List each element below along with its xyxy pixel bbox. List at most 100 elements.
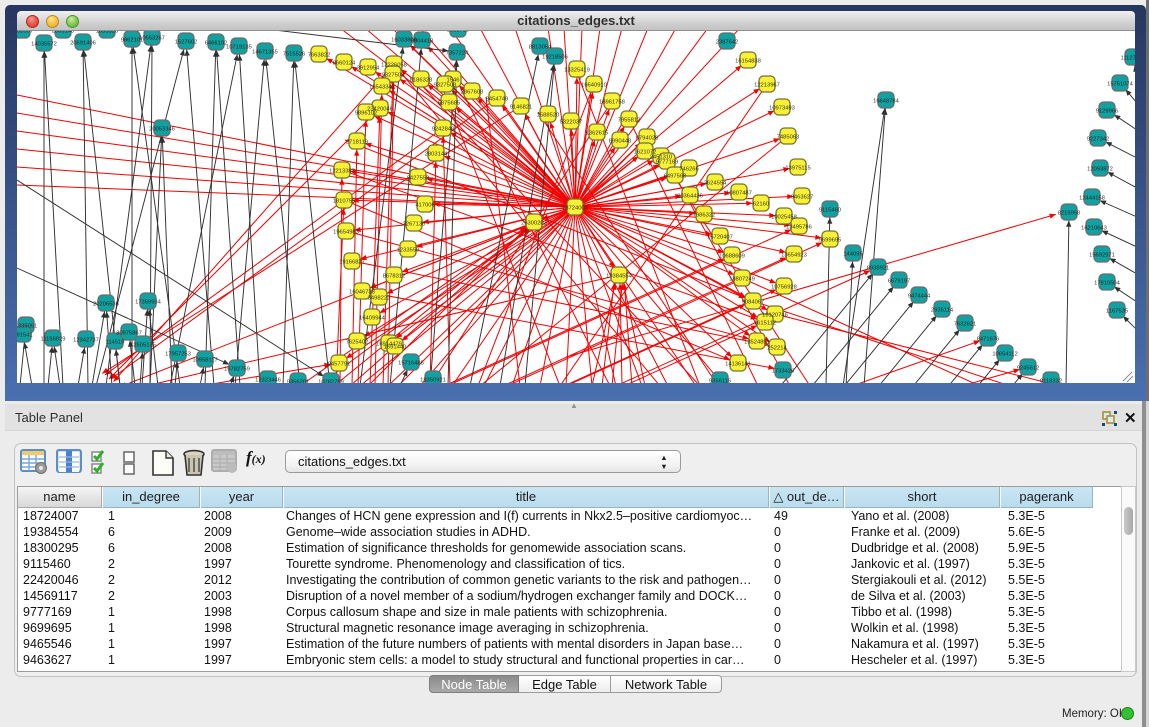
svg-text:12323446: 12323446 [255, 378, 281, 384]
svg-text:12213383: 12213383 [329, 169, 355, 175]
svg-text:13495786: 13495786 [786, 225, 812, 231]
svg-text:15720407: 15720407 [707, 235, 733, 241]
svg-text:1167535: 1167535 [1106, 309, 1128, 315]
svg-text:144095: 144095 [843, 252, 862, 258]
svg-text:9084067: 9084067 [742, 300, 765, 306]
svg-text:2387642: 2387642 [716, 40, 739, 46]
svg-text:8454749: 8454749 [486, 97, 509, 103]
svg-text:3624554: 3624554 [704, 181, 727, 187]
svg-text:7955812: 7955812 [618, 118, 641, 124]
svg-text:9457791: 9457791 [328, 362, 351, 368]
svg-text:1527602: 1527602 [175, 40, 198, 46]
svg-text:19384554: 19384554 [606, 274, 633, 280]
svg-text:2803144: 2803144 [425, 152, 448, 158]
svg-text:391541: 391541 [17, 333, 33, 339]
svg-text:10553267: 10553267 [139, 36, 165, 42]
svg-text:1362615: 1362615 [586, 131, 609, 137]
svg-text:9474444: 9474444 [908, 294, 931, 300]
svg-text:20053346: 20053346 [149, 127, 175, 133]
svg-text:7632621: 7632621 [954, 322, 977, 328]
svg-text:30975867: 30975867 [116, 331, 142, 337]
svg-text:16154838: 16154838 [735, 59, 761, 65]
svg-text:9327503: 9327503 [382, 73, 405, 79]
svg-text:8813054: 8813054 [529, 45, 552, 51]
svg-text:17359934: 17359934 [135, 300, 162, 306]
svg-text:2935114: 2935114 [931, 308, 954, 314]
svg-text:9242848: 9242848 [432, 127, 455, 133]
svg-text:62160: 62160 [753, 202, 769, 208]
svg-text:14136141: 14136141 [725, 362, 751, 368]
svg-text:12444158: 12444158 [1079, 196, 1105, 202]
svg-text:6679197: 6679197 [888, 279, 911, 285]
svg-text:1318710: 1318710 [447, 31, 470, 34]
svg-text:15692971: 15692971 [1089, 253, 1115, 259]
svg-text:11156829: 11156829 [41, 337, 66, 343]
svg-text:12093872: 12093872 [1087, 167, 1113, 173]
svg-text:417006: 417006 [415, 203, 434, 209]
svg-text:7357224: 7357224 [446, 51, 469, 57]
svg-text:8215958: 8215958 [1058, 211, 1081, 217]
svg-text:9129966: 9129966 [1096, 109, 1119, 115]
svg-text:9427552: 9427552 [407, 176, 430, 182]
svg-text:8990448: 8990448 [609, 139, 632, 145]
svg-text:8938921: 8938921 [867, 266, 890, 272]
svg-text:9227342: 9227342 [1087, 137, 1110, 143]
svg-text:9146821: 9146821 [510, 105, 533, 111]
svg-text:17810504: 17810504 [1094, 281, 1121, 287]
svg-text:9463627: 9463627 [791, 195, 814, 201]
svg-text:7485063: 7485063 [777, 135, 800, 141]
svg-text:1733426: 1733426 [772, 369, 795, 375]
svg-text:15716485: 15716485 [398, 361, 424, 367]
svg-text:8660124: 8660124 [333, 61, 356, 67]
svg-text:16120746: 16120746 [762, 313, 788, 319]
svg-text:18807249: 18807249 [729, 277, 755, 283]
svg-text:5322037: 5322037 [560, 120, 583, 126]
svg-text:9118332: 9118332 [1040, 379, 1062, 384]
svg-text:9115460: 9115460 [819, 208, 841, 214]
svg-text:1335051: 1335051 [17, 324, 37, 330]
svg-text:12213967: 12213967 [754, 83, 780, 89]
svg-text:1233559: 1233559 [397, 248, 420, 254]
svg-text:13226058: 13226058 [381, 63, 407, 69]
svg-text:6794028: 6794028 [636, 136, 659, 142]
svg-text:16648784: 16648784 [873, 99, 900, 105]
svg-text:1588520: 1588520 [537, 113, 560, 119]
svg-text:25300203: 25300203 [521, 221, 547, 227]
svg-text:114519: 114519 [106, 340, 125, 346]
svg-text:19218506: 19218506 [542, 55, 568, 61]
svg-text:20206536: 20206536 [93, 302, 119, 308]
svg-text:2867608: 2867608 [461, 90, 484, 96]
svg-text:3267130: 3267130 [403, 222, 426, 228]
svg-text:1810755: 1810755 [333, 199, 356, 205]
svg-text:8186328: 8186328 [410, 78, 433, 84]
svg-text:1615112: 1615112 [754, 321, 776, 327]
svg-text:12505135: 12505135 [130, 343, 156, 349]
svg-text:10807487: 10807487 [726, 191, 752, 197]
svg-text:12342737: 12342737 [73, 338, 99, 344]
svg-text:16210643: 16210643 [1081, 226, 1107, 232]
svg-text:9777169: 9777169 [656, 160, 679, 166]
svg-text:16543342: 16543342 [369, 85, 395, 91]
svg-text:10719135: 10719135 [226, 45, 252, 51]
svg-text:1055326: 1055326 [96, 31, 119, 35]
svg-text:14671355: 14671355 [252, 50, 278, 56]
svg-text:13975115: 13975115 [785, 166, 810, 172]
svg-text:5875685: 5875685 [438, 101, 461, 107]
svg-text:10973493: 10973493 [769, 106, 795, 112]
svg-text:10756928: 10756928 [771, 285, 797, 291]
svg-text:10654112: 10654112 [992, 352, 1017, 358]
svg-text:3498222: 3498222 [368, 296, 391, 302]
svg-text:9356201: 9356201 [287, 380, 310, 384]
svg-text:1403557: 1403557 [17, 31, 33, 35]
svg-text:9904418: 9904418 [411, 39, 434, 45]
svg-text:16782759: 16782759 [224, 367, 250, 373]
svg-text:10025458: 10025458 [771, 215, 797, 221]
svg-text:3912954: 3912954 [357, 66, 380, 72]
svg-text:11127416: 11127416 [1121, 56, 1135, 62]
svg-text:16409944: 16409944 [359, 316, 386, 322]
svg-text:1691440: 1691440 [384, 345, 407, 351]
svg-text:2718119: 2718119 [346, 140, 368, 146]
svg-text:8471676: 8471676 [977, 337, 1000, 343]
svg-text:7625402: 7625402 [346, 340, 369, 346]
svg-text:13524851: 13524851 [744, 340, 770, 346]
